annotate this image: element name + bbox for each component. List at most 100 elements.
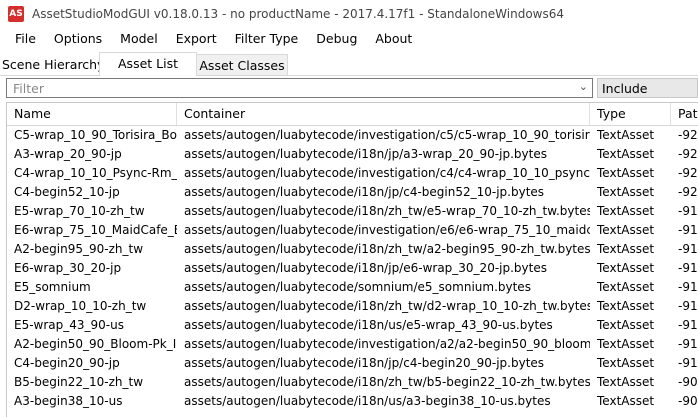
filter-mode-select[interactable]: Include bbox=[597, 78, 698, 98]
title-bar: AS AssetStudioModGUI v0.18.0.13 - no pro… bbox=[0, 0, 698, 28]
table-row[interactable]: A2-begin50_90_Bloom-Pk_Ir... assets/autog… bbox=[7, 335, 698, 354]
cell-container: assets/autogen/luabytecode/i18n/us/a3-be… bbox=[184, 394, 551, 408]
cell-name: A2-begin50_90_Bloom-Pk_Ir... bbox=[14, 337, 177, 351]
table-row[interactable]: A2-begin95_90-zh_tw assets/autogen/luabyt… bbox=[7, 240, 698, 259]
table-row[interactable]: E6-wrap_30_20-jp assets/autogen/luabyteco… bbox=[7, 259, 698, 278]
filter-row: Filter ⌄ Include bbox=[0, 77, 698, 99]
cell-name: E5_somnium bbox=[14, 280, 91, 294]
tab-asset-classes[interactable]: Asset Classes bbox=[196, 54, 288, 75]
cell-container: assets/autogen/luabytecode/i18n/jp/e6-wr… bbox=[184, 261, 547, 275]
table-row[interactable]: C4-begin20_90-jp assets/autogen/luabyteco… bbox=[7, 354, 698, 373]
cell-name: C4-begin52_10-jp bbox=[14, 185, 120, 199]
cell-path: -91 bbox=[678, 299, 698, 313]
cell-type: TextAsset bbox=[597, 394, 655, 408]
cell-container: assets/autogen/luabytecode/i18n/zh_tw/a2… bbox=[184, 242, 590, 256]
menu-filter-type[interactable]: Filter Type bbox=[226, 28, 308, 50]
cell-type: TextAsset bbox=[597, 128, 655, 142]
app-icon: AS bbox=[8, 6, 24, 22]
chevron-down-icon[interactable]: ⌄ bbox=[579, 80, 588, 93]
cell-type: TextAsset bbox=[597, 261, 655, 275]
table-row[interactable]: E5-wrap_70_10-zh_tw assets/autogen/luabyt… bbox=[7, 202, 698, 221]
table-body: C5-wrap_10_90_Torisira_Bos... assets/auto… bbox=[7, 126, 698, 411]
menu-about[interactable]: About bbox=[366, 28, 421, 50]
cell-path: -92 bbox=[678, 166, 698, 180]
cell-name: E6-wrap_75_10_MaidCafe_E... bbox=[14, 223, 177, 237]
cell-container: assets/autogen/luabytecode/i18n/jp/c4-be… bbox=[184, 356, 545, 370]
cell-path: -91 bbox=[678, 356, 698, 370]
tab-scene-hierarchy[interactable]: Scene Hierarchy bbox=[2, 54, 105, 75]
cell-name: C5-wrap_10_90_Torisira_Bos... bbox=[14, 128, 177, 142]
cell-type: TextAsset bbox=[597, 318, 655, 332]
cell-container: assets/autogen/luabytecode/investigation… bbox=[184, 337, 590, 351]
cell-path: -92 bbox=[678, 128, 698, 142]
table-row[interactable]: A3-begin38_10-us assets/autogen/luabyteco… bbox=[7, 392, 698, 411]
cell-name: C4-begin20_90-jp bbox=[14, 356, 120, 370]
column-header-type[interactable]: Type bbox=[590, 103, 671, 125]
table-header: Name Container Type Pat bbox=[7, 103, 698, 126]
cell-type: TextAsset bbox=[597, 166, 655, 180]
cell-name: C4-wrap_10_10_Psync-Rm_... bbox=[14, 166, 177, 180]
cell-name: E5-wrap_43_90-us bbox=[14, 318, 124, 332]
menu-debug[interactable]: Debug bbox=[307, 28, 366, 50]
cell-name: E5-wrap_70_10-zh_tw bbox=[14, 204, 145, 218]
cell-type: TextAsset bbox=[597, 242, 655, 256]
tab-asset-list[interactable]: Asset List bbox=[99, 52, 197, 76]
cell-container: assets/autogen/luabytecode/investigation… bbox=[184, 223, 590, 237]
cell-path: -91 bbox=[678, 242, 698, 256]
cell-path: -91 bbox=[678, 204, 698, 218]
table-row[interactable]: B5-begin22_10-zh_tw assets/autogen/luabyt… bbox=[7, 373, 698, 392]
cell-type: TextAsset bbox=[597, 356, 655, 370]
cell-container: assets/autogen/luabytecode/i18n/zh_tw/e5… bbox=[184, 204, 590, 218]
table-row[interactable]: E5_somnium assets/autogen/luabytecode/som… bbox=[7, 278, 698, 297]
column-header-container[interactable]: Container bbox=[177, 103, 590, 125]
cell-container: assets/autogen/luabytecode/i18n/jp/a3-wr… bbox=[184, 147, 547, 161]
cell-type: TextAsset bbox=[597, 280, 655, 294]
table-row[interactable]: C4-begin52_10-jp assets/autogen/luabyteco… bbox=[7, 183, 698, 202]
cell-type: TextAsset bbox=[597, 147, 655, 161]
cell-container: assets/autogen/luabytecode/investigation… bbox=[184, 128, 590, 142]
cell-container: assets/autogen/luabytecode/i18n/jp/c4-be… bbox=[184, 185, 545, 199]
cell-path: -91 bbox=[678, 318, 698, 332]
menu-options[interactable]: Options bbox=[45, 28, 111, 50]
cell-type: TextAsset bbox=[597, 185, 655, 199]
filter-input[interactable]: Filter ⌄ bbox=[6, 78, 593, 98]
cell-name: A3-begin38_10-us bbox=[14, 394, 123, 408]
cell-container: assets/autogen/luabytecode/investigation… bbox=[184, 166, 590, 180]
menu-bar: File Options Model Export Filter Type De… bbox=[0, 28, 698, 50]
cell-name: D2-wrap_10_10-zh_tw bbox=[14, 299, 147, 313]
filter-mode-value: Include bbox=[602, 81, 648, 96]
cell-name: A3-wrap_20_90-jp bbox=[14, 147, 122, 161]
cell-container: assets/autogen/luabytecode/i18n/zh_tw/d2… bbox=[184, 299, 590, 313]
table-row[interactable]: E6-wrap_75_10_MaidCafe_E... assets/autoge… bbox=[7, 221, 698, 240]
cell-type: TextAsset bbox=[597, 375, 655, 389]
table-row[interactable]: C4-wrap_10_10_Psync-Rm_... assets/autogen… bbox=[7, 164, 698, 183]
cell-path: -91 bbox=[678, 337, 698, 351]
table-row[interactable]: E5-wrap_43_90-us assets/autogen/luabyteco… bbox=[7, 316, 698, 335]
table-row[interactable]: D2-wrap_10_10-zh_tw assets/autogen/luabyt… bbox=[7, 297, 698, 316]
cell-name: A2-begin95_90-zh_tw bbox=[14, 242, 144, 256]
cell-name: B5-begin22_10-zh_tw bbox=[14, 375, 144, 389]
cell-container: assets/autogen/luabytecode/i18n/zh_tw/b5… bbox=[184, 375, 590, 389]
filter-placeholder: Filter bbox=[13, 81, 44, 96]
tab-bar: Scene Hierarchy Asset List Asset Classes bbox=[0, 52, 698, 76]
menu-export[interactable]: Export bbox=[167, 28, 226, 50]
window-title: AssetStudioModGUI v0.18.0.13 - no produc… bbox=[32, 7, 565, 21]
cell-container: assets/autogen/luabytecode/i18n/us/e5-wr… bbox=[184, 318, 553, 332]
cell-name: E6-wrap_30_20-jp bbox=[14, 261, 122, 275]
cell-type: TextAsset bbox=[597, 337, 655, 351]
cell-type: TextAsset bbox=[597, 204, 655, 218]
menu-model[interactable]: Model bbox=[111, 28, 167, 50]
cell-path: -90 bbox=[678, 375, 698, 389]
cell-path: -92 bbox=[678, 147, 698, 161]
cell-path: -92 bbox=[678, 185, 698, 199]
cell-container: assets/autogen/luabytecode/somnium/e5_so… bbox=[184, 280, 531, 294]
cell-type: TextAsset bbox=[597, 223, 655, 237]
asset-list-table[interactable]: Name Container Type Pat C5-wrap_10_90_To… bbox=[6, 102, 698, 417]
table-row[interactable]: A3-wrap_20_90-jp assets/autogen/luabyteco… bbox=[7, 145, 698, 164]
cell-type: TextAsset bbox=[597, 299, 655, 313]
column-header-name[interactable]: Name bbox=[7, 103, 177, 125]
table-row[interactable]: C5-wrap_10_90_Torisira_Bos... assets/auto… bbox=[7, 126, 698, 145]
cell-path: -91 bbox=[678, 280, 698, 294]
column-header-path[interactable]: Pat bbox=[671, 103, 698, 125]
menu-file[interactable]: File bbox=[0, 28, 45, 50]
